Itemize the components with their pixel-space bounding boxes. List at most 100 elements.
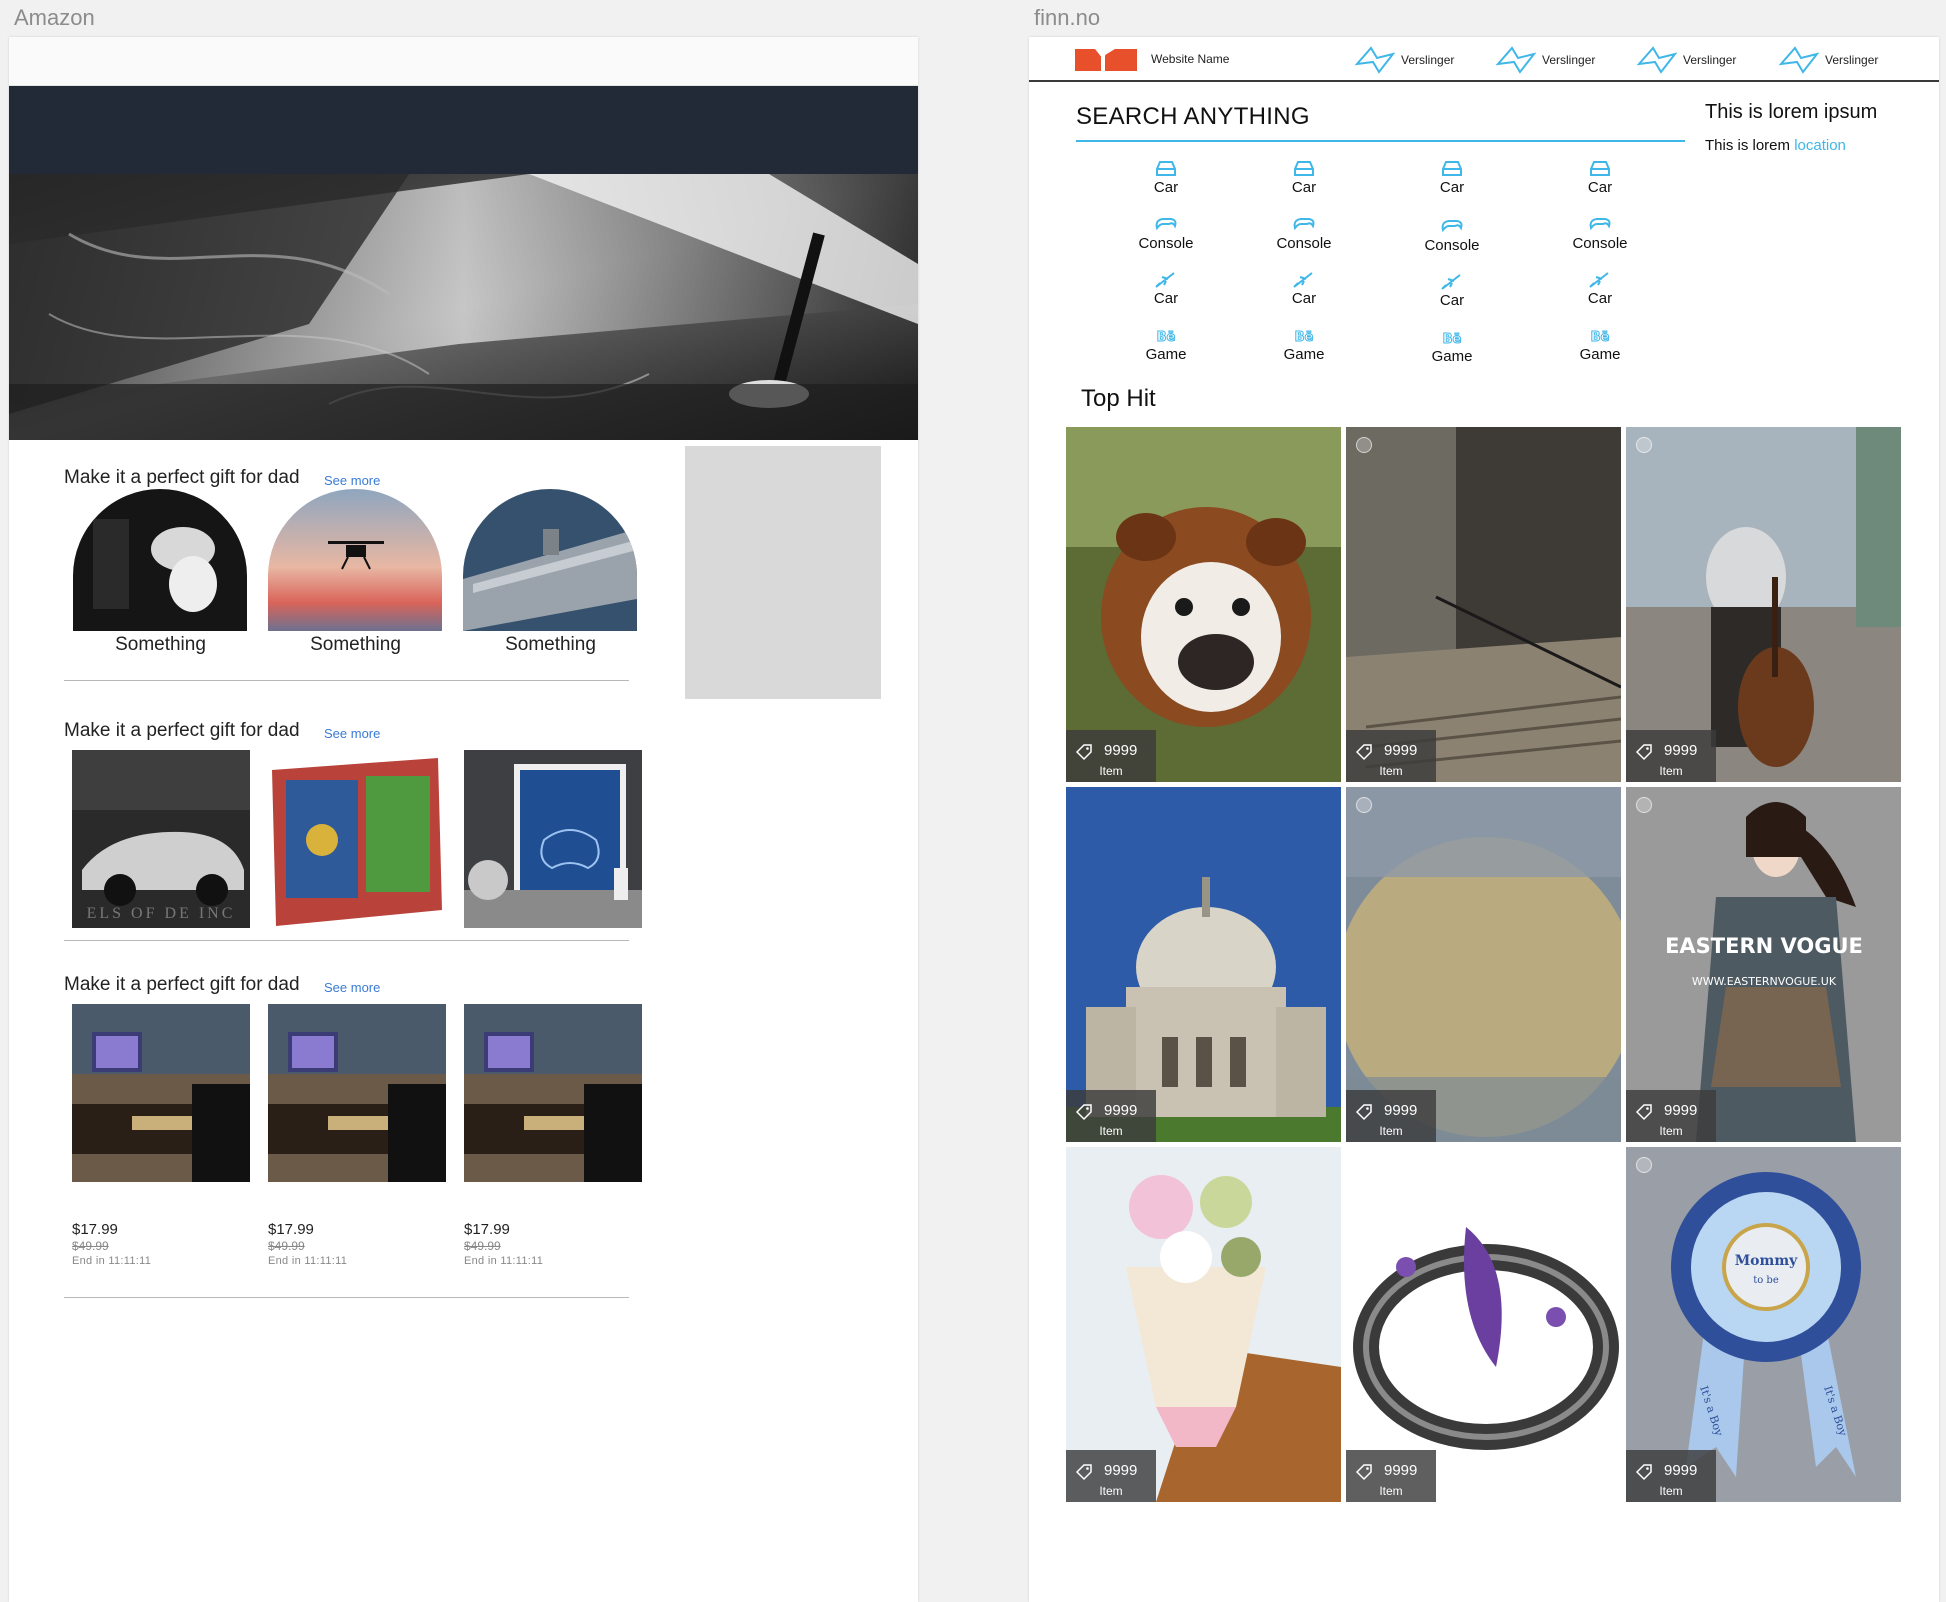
ad-placeholder[interactable]	[685, 446, 881, 699]
deal-product-image[interactable]	[464, 1004, 642, 1182]
category-label: Something	[310, 634, 401, 655]
category-car[interactable]: Car	[1535, 271, 1665, 321]
dismiss-icon[interactable]	[1356, 1157, 1372, 1173]
tile-image-text: EASTERN VOGUE	[1665, 934, 1863, 958]
deal-price: $17.99	[72, 1221, 118, 1238]
category-game[interactable]: Bē Game	[1239, 327, 1369, 377]
category-car[interactable]: Car	[1239, 160, 1369, 210]
category-label: Console	[1572, 235, 1628, 252]
zigzag-icon	[1496, 46, 1536, 74]
category-circle-1[interactable]: Something	[73, 489, 248, 655]
category-car[interactable]: Car	[1535, 160, 1665, 210]
deal-price: $17.99	[268, 1221, 314, 1238]
site-header: Website Name Verslinger Verslinger Versl…	[1029, 37, 1939, 82]
search-field[interactable]: SEARCH ANYTHING	[1076, 96, 1685, 142]
category-game[interactable]: Bē Game	[1387, 329, 1517, 379]
artboard-label-amazon: Amazon	[14, 5, 95, 30]
product-card-poster[interactable]	[464, 750, 642, 928]
hero-image	[9, 174, 918, 440]
category-car[interactable]: Car	[1387, 273, 1517, 323]
deal-countdown: End in 11:11:11	[72, 1255, 152, 1267]
category-label: Console	[1138, 235, 1194, 252]
top-bar	[9, 37, 918, 86]
item-badge: 9999 Item	[1066, 730, 1156, 782]
item-tile-palace[interactable]: 9999 Item	[1066, 787, 1341, 1142]
section-title: Make it a perfect gift for dad	[64, 720, 300, 741]
finn-artboard: Website Name Verslinger Verslinger Versl…	[1029, 37, 1939, 1602]
item-tile-bass-player[interactable]: 9999 Item	[1626, 427, 1901, 782]
hero-banner[interactable]	[9, 174, 918, 440]
section-title: Make it a perfect gift for dad	[64, 974, 300, 995]
search-label: SEARCH ANYTHING	[1076, 103, 1310, 130]
nav-item-4[interactable]: Verslinger	[1779, 42, 1909, 76]
item-badge: 9999 Item	[1346, 730, 1436, 782]
item-tile-bulldog[interactable]: 9999 Item	[1066, 427, 1341, 782]
item-badge: 9999 Item	[1066, 1450, 1156, 1502]
category-console[interactable]: Console	[1239, 216, 1369, 266]
deal-product-image[interactable]	[72, 1004, 250, 1182]
deal-product-image[interactable]	[268, 1004, 446, 1182]
see-more-link[interactable]: See more	[324, 980, 380, 995]
tile-image-text: Mommy	[1735, 1253, 1798, 1269]
tag-icon	[1635, 1104, 1652, 1121]
gift-section-1: Make it a perfect gift for dad See more …	[64, 467, 638, 717]
nav-label: Verslinger	[1825, 53, 1879, 67]
see-more-link[interactable]: See more	[324, 473, 380, 488]
tag-icon	[1075, 1464, 1092, 1481]
category-circle-3[interactable]: Something	[463, 489, 638, 655]
nav-item-1[interactable]: Verslinger	[1355, 42, 1485, 76]
item-tile-ring[interactable]: 9999 Item	[1346, 1147, 1621, 1502]
nav-label: Verslinger	[1542, 53, 1596, 67]
dismiss-icon[interactable]	[1636, 437, 1652, 453]
nav-item-3[interactable]: Verslinger	[1637, 42, 1767, 76]
site-logo[interactable]	[1075, 49, 1137, 71]
item-value: 9999	[1384, 1102, 1418, 1119]
section-divider	[64, 680, 629, 681]
product-card-game[interactable]	[268, 750, 446, 928]
category-label: Console	[1424, 237, 1480, 254]
category-console[interactable]: Console	[1101, 216, 1231, 266]
nav-item-2[interactable]: Verslinger	[1496, 42, 1626, 76]
category-car[interactable]: Car	[1239, 271, 1369, 321]
tag-icon	[1635, 744, 1652, 761]
item-label: Item	[1379, 1124, 1403, 1138]
category-console[interactable]: Console	[1535, 216, 1665, 266]
category-car[interactable]: Car	[1387, 160, 1517, 210]
category-image	[268, 489, 442, 631]
behance-icon: Bē	[1156, 330, 1176, 346]
category-image	[73, 489, 247, 631]
item-tile-rosette[interactable]: Mommy to be It's a Boy It's a Boy 9999 I…	[1626, 1147, 1901, 1502]
category-label: Car	[1439, 292, 1465, 309]
dismiss-icon[interactable]	[1636, 797, 1652, 813]
category-car[interactable]: Car	[1101, 160, 1231, 210]
dismiss-icon[interactable]	[1356, 437, 1372, 453]
category-console[interactable]: Console	[1387, 218, 1517, 268]
behance-icon: Bē	[1294, 330, 1314, 346]
category-circle-2[interactable]: Something	[268, 489, 443, 655]
dismiss-icon[interactable]	[1636, 1157, 1652, 1173]
see-more-link[interactable]: See more	[324, 726, 380, 741]
car-icon	[1156, 161, 1176, 176]
item-value: 9999	[1384, 742, 1418, 759]
tag-icon	[1075, 744, 1092, 761]
item-value: 9999	[1104, 742, 1138, 759]
item-image	[1626, 427, 1901, 782]
item-image	[1066, 787, 1341, 1142]
deal-countdown: End in 11:11:11	[268, 1255, 348, 1267]
category-game[interactable]: Bē Game	[1535, 327, 1665, 377]
svg-text:Bē: Bē	[1295, 330, 1314, 345]
tag-icon	[1635, 1464, 1652, 1481]
svg-text:Bē: Bē	[1157, 330, 1176, 345]
product-card-car[interactable]: ELS OF DE INC	[72, 750, 250, 928]
car-icon	[1294, 161, 1314, 176]
tag-icon	[1075, 1104, 1092, 1121]
item-tile-ice-cream[interactable]: 9999 Item	[1066, 1147, 1341, 1502]
category-car[interactable]: Car	[1101, 271, 1231, 321]
item-tile-stairs[interactable]: 9999 Item	[1346, 427, 1621, 782]
category-game[interactable]: Bē Game	[1101, 327, 1231, 377]
amazon-artboard: Make it a perfect gift for dad See more …	[9, 37, 918, 1602]
item-tile-moon[interactable]: 9999 Item	[1346, 787, 1621, 1142]
location-link[interactable]: location	[1794, 137, 1846, 154]
dismiss-icon[interactable]	[1356, 797, 1372, 813]
item-tile-fashion[interactable]: EASTERN VOGUE WWW.EASTERNVOGUE.UK 9999 I…	[1626, 787, 1901, 1142]
